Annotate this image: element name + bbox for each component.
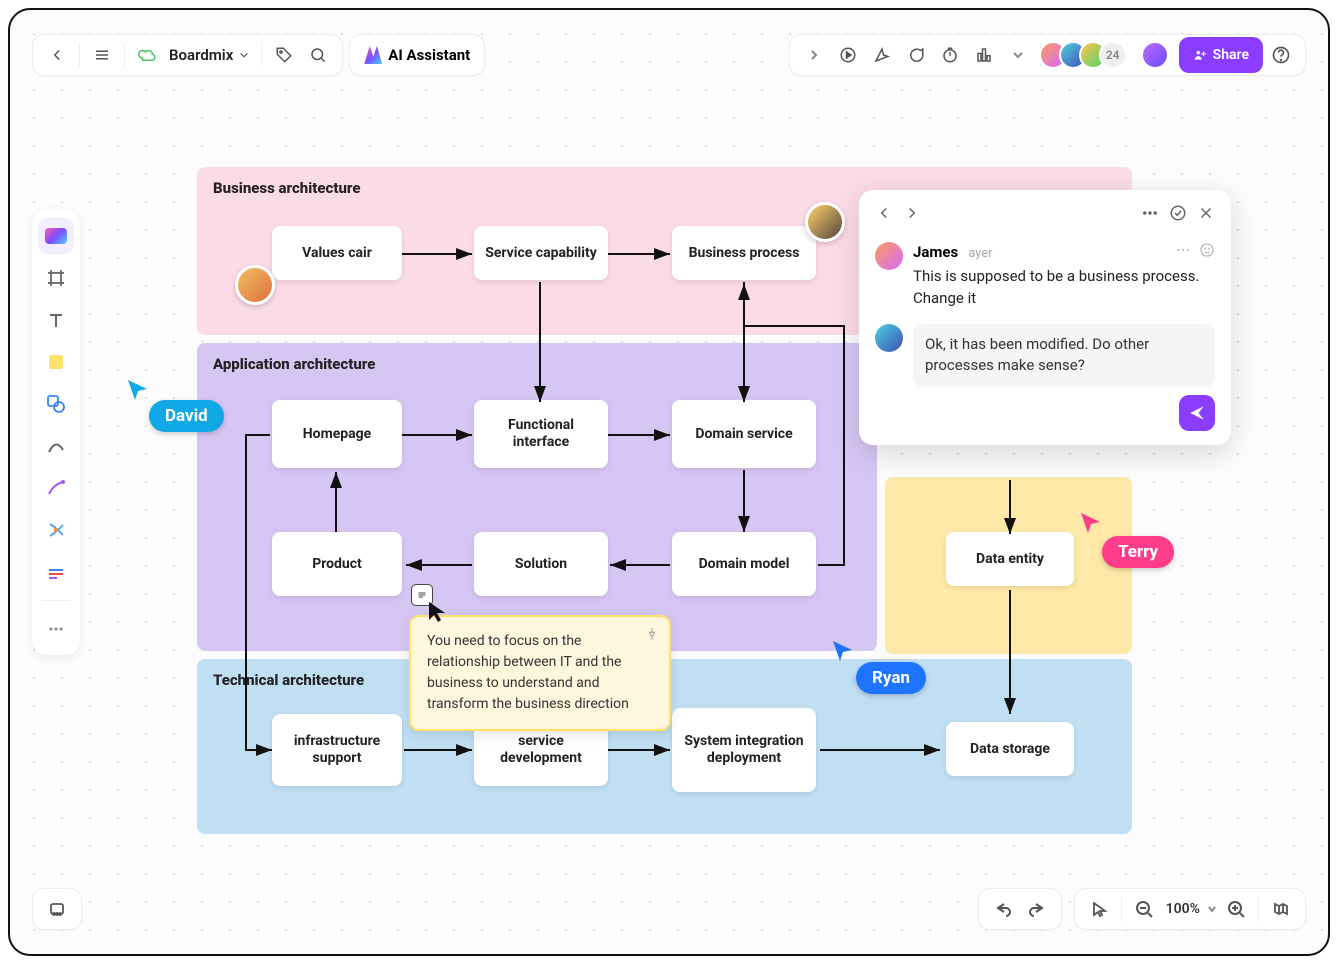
connector-tool[interactable] [38,428,74,464]
ai-logo-icon [364,46,382,64]
chevron-down-icon [237,48,251,62]
share-icon [1193,48,1207,62]
reply-author-avatar [875,324,903,352]
lane-title-technical: Technical architecture [213,671,364,689]
vote-icon[interactable] [968,39,1000,71]
zoom-percentage[interactable]: 100% [1162,901,1204,917]
sticky-text: You need to focus on the relationship be… [427,633,629,712]
node-product[interactable]: Product [272,532,402,596]
node-data-entity[interactable]: Data entity [946,532,1074,586]
pen-tool[interactable] [38,470,74,506]
send-button[interactable] [1179,395,1215,431]
node-functional-interface[interactable]: Functional interface [474,400,608,468]
present-icon[interactable] [832,39,864,71]
presence-avatar-1[interactable] [235,265,275,305]
shape-tool[interactable] [38,386,74,422]
help-icon[interactable] [1265,39,1297,71]
comment-next-button[interactable] [903,204,921,226]
menu-button[interactable] [86,39,118,71]
node-data-storage[interactable]: Data storage [946,722,1074,776]
cursor-david-icon [125,377,151,403]
node-values[interactable]: Values cair [272,226,402,280]
self-avatar[interactable] [1141,41,1169,69]
node-domain-model[interactable]: Domain model [672,532,816,596]
comment-prev-button[interactable] [875,204,893,226]
node-infrastructure[interactable]: infrastructure support [272,714,402,786]
pointer-cursor-icon [427,600,449,622]
pages-button[interactable] [41,893,73,925]
templates-tool[interactable] [38,218,74,254]
close-icon[interactable] [1197,204,1215,226]
resolve-icon[interactable] [1169,204,1187,226]
redo-button[interactable] [1021,893,1053,925]
node-solution[interactable]: Solution [474,532,608,596]
sticky-tool[interactable] [38,344,74,380]
cloud-icon[interactable] [131,39,163,71]
comment-author-avatar [875,242,903,270]
presence-avatar-2[interactable] [805,202,845,242]
zoom-out-button[interactable] [1128,893,1160,925]
node-domain-service[interactable]: Domain service [672,400,816,468]
cursor-terry: Terry [1102,536,1174,568]
comment-author: James [913,243,958,261]
frame-tool[interactable] [38,260,74,296]
tool-sidebar [32,210,80,655]
sticky-note[interactable]: You need to focus on the relationship be… [409,615,671,731]
share-button[interactable]: Share [1179,37,1263,73]
lane-title-business: Business architecture [213,179,360,197]
search-icon[interactable] [302,39,334,71]
lane-title-application: Application architecture [213,355,375,373]
undo-button[interactable] [987,893,1019,925]
minimap-button[interactable] [1265,893,1297,925]
presence-avatars[interactable]: 24 [1047,41,1127,69]
node-homepage[interactable]: Homepage [272,400,402,468]
more-icon[interactable] [1141,204,1159,226]
lane-application: Application architecture [197,343,877,651]
comment-more-icon[interactable] [1175,242,1191,262]
pointer-tool[interactable] [1083,893,1115,925]
cursor-terry-icon [1078,510,1104,536]
table-tool[interactable] [38,554,74,590]
node-service-capability[interactable]: Service capability [474,226,608,280]
ai-assistant-button[interactable]: AI Assistant [349,34,485,76]
cursor-david: David [149,400,224,432]
more-tools-icon[interactable] [1002,39,1034,71]
comment-panel: James ayer This is supposed to be a busi… [859,190,1231,445]
emoji-icon[interactable] [1199,242,1215,262]
tag-icon[interactable] [268,39,300,71]
expand-icon[interactable] [798,39,830,71]
zoom-in-button[interactable] [1220,893,1252,925]
comment-text: This is supposed to be a business proces… [913,266,1215,310]
comment-time: ayer [968,246,992,261]
back-button[interactable] [41,39,73,71]
pin-icon[interactable] [645,627,659,648]
cursor-share-icon[interactable] [866,39,898,71]
mindmap-tool[interactable] [38,512,74,548]
node-system-integration[interactable]: System integration deployment [672,708,816,792]
text-tool[interactable] [38,302,74,338]
reply-input[interactable]: Ok, it has been modified. Do other proce… [913,324,1215,388]
timer-icon[interactable] [934,39,966,71]
comment-icon[interactable] [900,39,932,71]
avatar-overflow[interactable]: 24 [1099,41,1127,69]
node-business-process[interactable]: Business process [672,226,816,280]
cursor-ryan: Ryan [856,662,926,694]
chevron-down-icon[interactable] [1206,903,1218,915]
cursor-ryan-icon [830,638,856,664]
file-name[interactable]: Boardmix [165,46,255,64]
more-tool[interactable] [38,611,74,647]
